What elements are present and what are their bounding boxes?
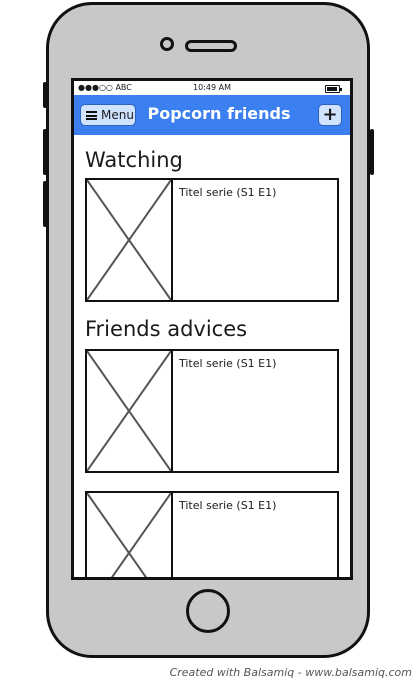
image-placeholder	[87, 351, 173, 471]
battery-icon	[325, 85, 342, 93]
hamburger-menu-icon	[86, 111, 97, 120]
volume-up-button	[43, 129, 47, 175]
series-title: Titel serie (S1 E1)	[179, 357, 277, 370]
home-button[interactable]	[186, 589, 230, 633]
series-title: Titel serie (S1 E1)	[179, 186, 277, 199]
status-time: 10:49 AM	[193, 83, 231, 92]
series-card-advice[interactable]: Titel serie (S1 E1)	[85, 491, 339, 577]
mute-switch	[43, 82, 47, 108]
phone-frame: ●●●○○ ABC 10:49 AM Menu Popcorn friends …	[43, 2, 374, 658]
earpiece-speaker	[185, 40, 237, 52]
series-title: Titel serie (S1 E1)	[179, 499, 277, 512]
volume-down-button	[43, 181, 47, 227]
power-button	[370, 129, 374, 175]
app-title: Popcorn friends	[147, 104, 291, 123]
section-title-friends-advices: Friends advices	[85, 317, 248, 341]
navigation-bar: Menu Popcorn friends +	[74, 95, 350, 135]
phone-screen: ●●●○○ ABC 10:49 AM Menu Popcorn friends …	[71, 78, 353, 580]
series-card-advice[interactable]: Titel serie (S1 E1)	[85, 349, 339, 473]
menu-button-label: Menu	[101, 108, 134, 122]
series-card-watching[interactable]: Titel serie (S1 E1)	[85, 178, 339, 302]
image-placeholder	[87, 493, 173, 577]
front-camera	[160, 37, 174, 51]
add-button[interactable]: +	[318, 104, 342, 126]
section-title-watching: Watching	[85, 148, 183, 172]
status-bar: ●●●○○ ABC 10:49 AM	[74, 81, 350, 95]
balsamiq-credit: Created with Balsamiq - www.balsamiq.com	[169, 666, 412, 679]
image-placeholder	[87, 180, 173, 300]
menu-button[interactable]: Menu	[80, 104, 136, 126]
